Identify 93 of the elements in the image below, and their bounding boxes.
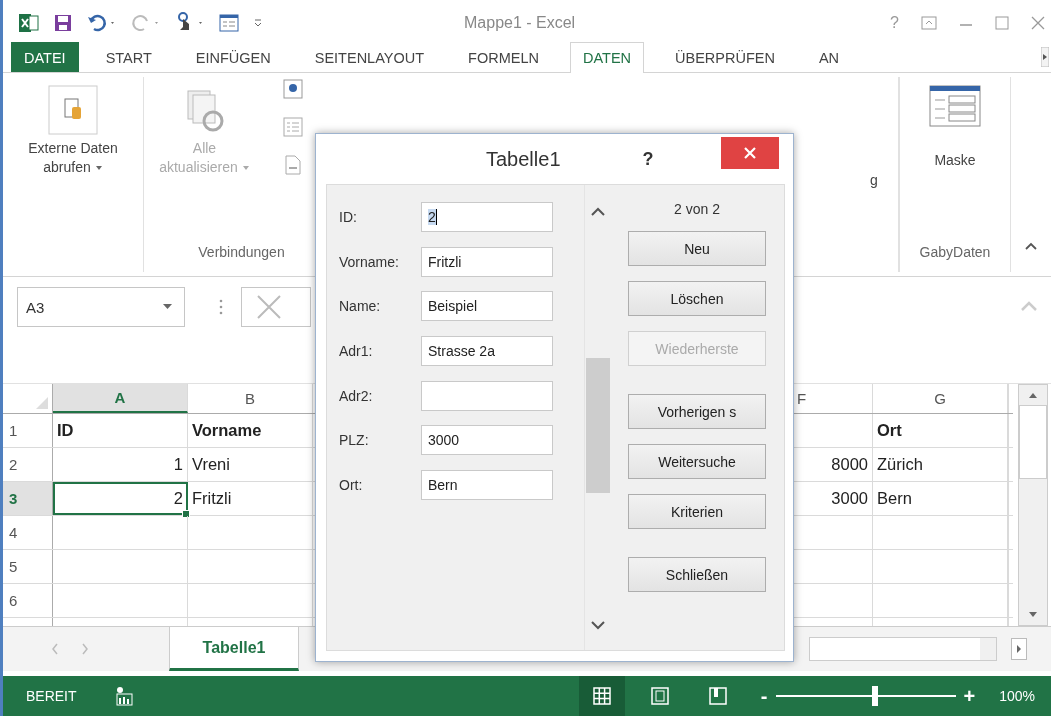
caret-icon: [94, 165, 103, 172]
collapse-ribbon-icon[interactable]: [1025, 242, 1037, 250]
record-counter: 2 von 2: [674, 201, 720, 217]
save-icon[interactable]: [53, 13, 73, 33]
close-icon: [744, 147, 756, 159]
form-icon: [929, 85, 981, 127]
dialog-button[interactable]: Kriterien: [628, 494, 766, 529]
caret-icon: [241, 165, 250, 172]
vertical-scrollbar[interactable]: [1018, 384, 1048, 626]
table-cell: Bern: [877, 489, 912, 508]
row-header[interactable]: 3: [3, 482, 53, 515]
drag-handle-icon[interactable]: [219, 299, 223, 315]
form-icon[interactable]: [219, 14, 239, 32]
ribbon-tab[interactable]: DATEN: [569, 42, 645, 73]
scroll-right-icon[interactable]: [1011, 638, 1027, 660]
dialog-button[interactable]: Weitersuche: [628, 444, 766, 479]
table-cell: Ort: [877, 421, 902, 440]
status-text: BEREIT: [26, 688, 77, 704]
horizontal-scrollbar[interactable]: [809, 637, 997, 661]
ribbon-tab[interactable]: START: [92, 42, 165, 72]
table-cell: Zürich: [877, 455, 923, 474]
field-label: Vorname:: [338, 253, 400, 270]
input-field[interactable]: Bern: [421, 470, 553, 501]
input-field[interactable]: Fritzli: [421, 246, 553, 277]
zoom-level[interactable]: 100%: [999, 688, 1035, 704]
input-field[interactable]: 2: [421, 202, 553, 232]
name-box[interactable]: A3: [17, 287, 185, 327]
customize-toolbar-icon[interactable]: [253, 17, 263, 29]
ribbon-tab[interactable]: FORMELN: [455, 42, 552, 72]
cancel-icon: [256, 294, 282, 320]
record-scrollbar[interactable]: [584, 185, 610, 650]
ribbon-tab[interactable]: DATEI: [11, 42, 79, 72]
connections-icon[interactable]: [282, 79, 303, 99]
chevron-down-icon[interactable]: [590, 621, 605, 630]
dialog-button[interactable]: Neu: [628, 231, 766, 266]
page-break-icon: [708, 687, 727, 705]
ribbon-display-icon[interactable]: [921, 16, 937, 30]
zoom-out-button[interactable]: -: [760, 684, 768, 708]
form-button[interactable]: Maske: [929, 77, 981, 170]
zoom-slider-thumb[interactable]: [871, 686, 878, 706]
zoom-in-button[interactable]: +: [963, 684, 976, 708]
table-cell: Vorname: [192, 421, 262, 440]
input-field[interactable]: [421, 380, 553, 411]
close-icon[interactable]: [1031, 16, 1045, 30]
column-header[interactable]: A: [53, 384, 188, 413]
dialog-button[interactable]: Löschen: [628, 281, 766, 316]
table-cell: 1: [173, 455, 183, 474]
table-cell: Fritzli: [192, 489, 232, 508]
field-label: Adr2:: [338, 387, 374, 404]
table-cell: 3000: [831, 489, 868, 508]
ribbon-tab[interactable]: EINFÜGEN: [182, 42, 284, 72]
input-field[interactable]: Strasse 2a: [421, 336, 553, 367]
undo-icon[interactable]: [87, 13, 117, 33]
grid-icon: [592, 687, 611, 705]
grid-view-button[interactable]: [578, 676, 625, 716]
dialog-title: Tabelle1: [486, 147, 561, 171]
input-field[interactable]: Beispiel: [421, 291, 553, 322]
field-label: Name:: [338, 298, 382, 315]
table-cell: ID: [57, 421, 74, 440]
caret-icon: [163, 304, 172, 310]
external-data-button[interactable]: Externe Daten abrufen: [8, 77, 138, 177]
group-label: Verbindungen: [198, 244, 285, 260]
group-label: GabyDaten: [919, 244, 991, 260]
dialog-button[interactable]: Schließen: [628, 557, 766, 592]
field-label: Ort:: [338, 477, 364, 494]
ribbon-text: g: [870, 172, 878, 188]
column-header[interactable]: G: [873, 384, 1008, 413]
close-button[interactable]: [721, 137, 779, 169]
scroll-up-icon[interactable]: [1028, 391, 1038, 399]
fill-handle[interactable]: [182, 510, 190, 518]
sheet-tab[interactable]: Tabelle1: [169, 627, 299, 671]
column-header[interactable]: F: [795, 384, 873, 413]
database-file-icon: [48, 85, 98, 135]
tab-scroll-icon[interactable]: [1041, 47, 1049, 67]
field-label: ID:: [338, 209, 358, 225]
help-button[interactable]: ?: [642, 148, 654, 170]
excel-logo-icon: [19, 13, 39, 33]
field-label: Adr1:: [338, 343, 374, 360]
page-icon: [650, 687, 669, 705]
table-cell: 8000: [831, 455, 868, 474]
dialog-button[interactable]: Vorherigen s: [628, 394, 766, 429]
ribbon-tab[interactable]: SEITENLAYOUT: [301, 42, 438, 72]
input-field[interactable]: 3000: [421, 425, 553, 456]
table-cell: Vreni: [192, 455, 230, 474]
column-header[interactable]: B: [188, 384, 313, 413]
macro-record-icon[interactable]: [114, 686, 133, 706]
ribbon-tab[interactable]: ÜBERPRÜFEN: [662, 42, 788, 72]
scroll-down-icon[interactable]: [1028, 611, 1038, 619]
chevron-up-icon[interactable]: [590, 207, 605, 216]
window-title: Mappe1 - Excel: [464, 14, 577, 32]
ribbon-tab[interactable]: AN: [805, 42, 845, 72]
field-label: PLZ:: [338, 432, 370, 449]
table-cell: 2: [173, 489, 183, 508]
